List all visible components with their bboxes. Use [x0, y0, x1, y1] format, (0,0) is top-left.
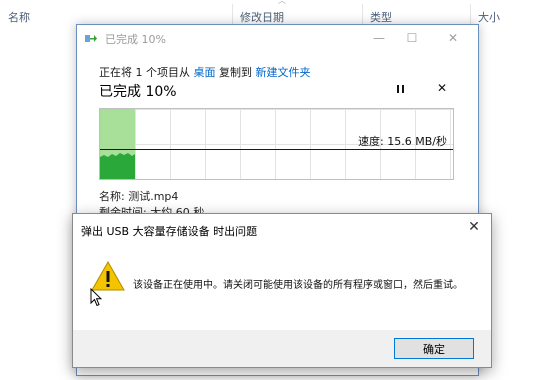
speed-label: 速度: 15.6 MB/秒: [358, 135, 447, 148]
column-divider[interactable]: [362, 4, 363, 26]
window-title: 已完成 10%: [105, 33, 166, 46]
copy-icon: [85, 35, 97, 42]
column-divider[interactable]: [470, 4, 471, 26]
chevron-up-icon: ︿: [278, 0, 286, 5]
destination-link[interactable]: 新建文件夹: [256, 66, 311, 79]
mouse-cursor-icon: [90, 288, 102, 307]
close-icon[interactable]: ✕: [437, 81, 447, 95]
file-name: 名称: 测试.mp4: [99, 190, 179, 203]
column-size[interactable]: 大小: [478, 10, 500, 26]
copy-description: 正在将 1 个项目从 桌面 复制到 新建文件夹: [99, 64, 311, 80]
maximize-button[interactable]: ☐: [397, 27, 427, 49]
minimize-button[interactable]: —: [364, 27, 394, 49]
source-link[interactable]: 桌面: [194, 66, 216, 79]
copy-prefix: 正在将 1 个项目从: [99, 66, 194, 79]
progress-heading: 已完成 10%: [99, 84, 177, 100]
speed-graph: 速度: 15.6 MB/秒: [99, 108, 454, 180]
close-icon[interactable]: ✕: [465, 219, 483, 235]
column-divider[interactable]: [232, 4, 233, 26]
speed-line: [100, 149, 453, 150]
close-button[interactable]: ✕: [438, 27, 468, 49]
pause-icon[interactable]: [394, 83, 408, 97]
copy-middle: 复制到: [215, 66, 256, 79]
explorer-column-header: ︿ 名称 修改日期 类型 大小: [0, 0, 553, 26]
warning-icon: [91, 261, 125, 291]
speed-bars: [100, 153, 135, 179]
dialog-footer: 确定: [73, 330, 491, 367]
column-name[interactable]: 名称: [8, 10, 30, 26]
eject-error-dialog: 弹出 USB 大容量存储设备 时出问题 ✕ 该设备正在使用中。请关闭可能使用该设…: [72, 213, 492, 368]
title-bar[interactable]: 已完成 10% — ☐ ✕: [77, 25, 478, 53]
error-message: 该设备正在使用中。请关闭可能使用该设备的所有程序或窗口，然后重试。: [133, 280, 463, 291]
dialog-title: 弹出 USB 大容量存储设备 时出问题: [81, 225, 258, 238]
ok-button[interactable]: 确定: [394, 338, 474, 359]
